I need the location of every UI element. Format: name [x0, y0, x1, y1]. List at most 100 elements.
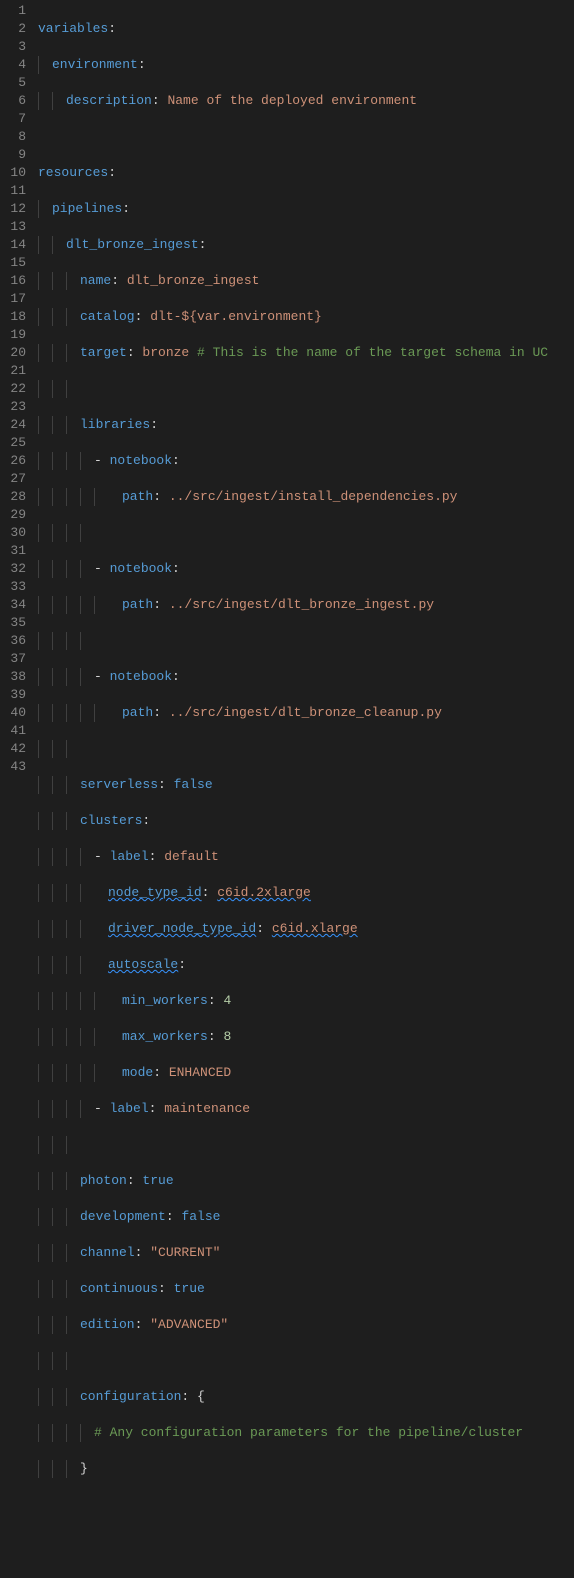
- line-number: 25: [0, 434, 26, 452]
- yaml-key: mode: [122, 1065, 153, 1080]
- line-number: 9: [0, 146, 26, 164]
- yaml-key: continuous: [80, 1281, 158, 1296]
- yaml-value: default: [164, 849, 219, 864]
- line-number: 19: [0, 326, 26, 344]
- line-number: 41: [0, 722, 26, 740]
- yaml-value: ../src/ingest/install_dependencies.py: [169, 489, 458, 504]
- yaml-key: pipelines: [52, 201, 122, 216]
- yaml-key: resources: [38, 165, 108, 180]
- line-number: 12: [0, 200, 26, 218]
- code-editor: 1234567891011121314151617181920212223242…: [0, 0, 574, 789]
- line-number: 38: [0, 668, 26, 686]
- yaml-value: true: [142, 1173, 173, 1188]
- line-number: 2: [0, 20, 26, 38]
- yaml-value: dlt-${var.environment}: [150, 309, 322, 324]
- yaml-key: serverless: [80, 777, 158, 792]
- yaml-key: development: [80, 1209, 166, 1224]
- line-number: 37: [0, 650, 26, 668]
- line-number: 39: [0, 686, 26, 704]
- yaml-key: path: [122, 705, 153, 720]
- line-number: 26: [0, 452, 26, 470]
- yaml-value: "CURRENT": [150, 1245, 220, 1260]
- yaml-key: target: [80, 345, 127, 360]
- yaml-key: description: [66, 93, 152, 108]
- yaml-value: bronze: [142, 345, 189, 360]
- yaml-value: c6id.2xlarge: [217, 885, 311, 900]
- line-number: 1: [0, 2, 26, 20]
- yaml-key: variables: [38, 21, 108, 36]
- yaml-key: label: [110, 1101, 149, 1116]
- yaml-key: libraries: [80, 417, 150, 432]
- line-number: 7: [0, 110, 26, 128]
- yaml-key: min_workers: [122, 993, 208, 1008]
- line-number: 42: [0, 740, 26, 758]
- yaml-value: dlt_bronze_ingest: [127, 273, 260, 288]
- yaml-key: label: [110, 849, 149, 864]
- line-number: 3: [0, 38, 26, 56]
- brace-open: {: [197, 1389, 205, 1404]
- yaml-key: path: [122, 597, 153, 612]
- yaml-key: driver_node_type_id: [108, 921, 256, 936]
- line-number: 20: [0, 344, 26, 362]
- yaml-value: "ADVANCED": [150, 1317, 228, 1332]
- yaml-value: Name of the deployed environment: [167, 93, 417, 108]
- yaml-key: notebook: [110, 561, 172, 576]
- line-number: 4: [0, 56, 26, 74]
- line-number: 5: [0, 74, 26, 92]
- yaml-key: node_type_id: [108, 885, 202, 900]
- line-number: 10: [0, 164, 26, 182]
- yaml-value: 4: [223, 993, 231, 1008]
- yaml-key: path: [122, 489, 153, 504]
- yaml-comment: # This is the name of the target schema …: [197, 345, 548, 360]
- yaml-value: c6id.xlarge: [272, 921, 358, 936]
- yaml-key: channel: [80, 1245, 135, 1260]
- yaml-value: false: [181, 1209, 220, 1224]
- yaml-key: autoscale: [108, 957, 178, 972]
- yaml-value: ../src/ingest/dlt_bronze_cleanup.py: [169, 705, 442, 720]
- line-number: 30: [0, 524, 26, 542]
- yaml-key: notebook: [110, 453, 172, 468]
- line-number: 34: [0, 596, 26, 614]
- line-number: 29: [0, 506, 26, 524]
- line-number: 31: [0, 542, 26, 560]
- line-number: 8: [0, 128, 26, 146]
- yaml-value: maintenance: [164, 1101, 250, 1116]
- yaml-key: edition: [80, 1317, 135, 1332]
- line-number: 32: [0, 560, 26, 578]
- yaml-key: catalog: [80, 309, 135, 324]
- yaml-key: environment: [52, 57, 138, 72]
- yaml-key: max_workers: [122, 1029, 208, 1044]
- brace-close: }: [80, 1461, 88, 1476]
- line-number: 43: [0, 758, 26, 776]
- line-number: 17: [0, 290, 26, 308]
- line-number: 36: [0, 632, 26, 650]
- yaml-value: false: [174, 777, 213, 792]
- yaml-key: photon: [80, 1173, 127, 1188]
- line-number: 23: [0, 398, 26, 416]
- yaml-key: notebook: [110, 669, 172, 684]
- line-number: 14: [0, 236, 26, 254]
- yaml-value: ENHANCED: [169, 1065, 231, 1080]
- yaml-value: true: [174, 1281, 205, 1296]
- yaml-value: ../src/ingest/dlt_bronze_ingest.py: [169, 597, 434, 612]
- line-number: 11: [0, 182, 26, 200]
- line-number: 40: [0, 704, 26, 722]
- line-number: 13: [0, 218, 26, 236]
- yaml-value: 8: [223, 1029, 231, 1044]
- line-number: 15: [0, 254, 26, 272]
- line-number: 22: [0, 380, 26, 398]
- yaml-comment: # Any configuration parameters for the p…: [94, 1425, 523, 1440]
- yaml-key: name: [80, 273, 111, 288]
- line-number: 33: [0, 578, 26, 596]
- line-number: 35: [0, 614, 26, 632]
- line-number: 16: [0, 272, 26, 290]
- line-number: 27: [0, 470, 26, 488]
- line-number: 28: [0, 488, 26, 506]
- yaml-key: clusters: [80, 813, 142, 828]
- line-number: 24: [0, 416, 26, 434]
- line-number: 18: [0, 308, 26, 326]
- line-number: 6: [0, 92, 26, 110]
- yaml-key: dlt_bronze_ingest: [66, 237, 199, 252]
- code-content[interactable]: variables: environment: description: Nam…: [38, 0, 574, 789]
- line-number: 21: [0, 362, 26, 380]
